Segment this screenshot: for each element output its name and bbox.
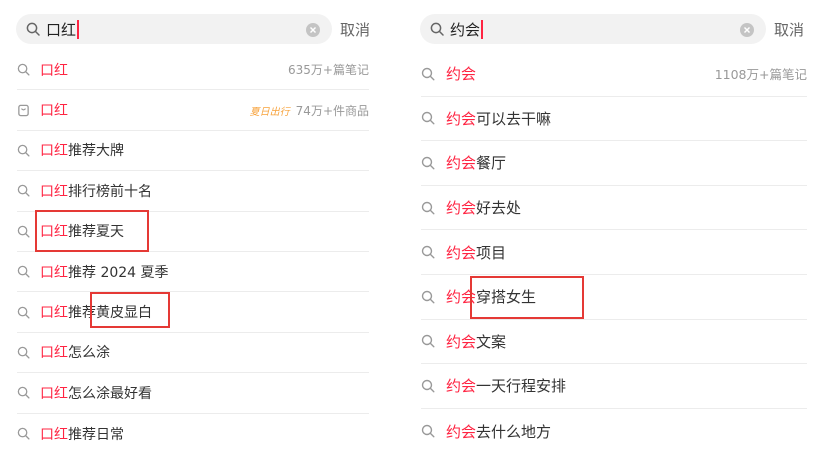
suggestion-text: 推荐大牌 (68, 143, 124, 160)
suggestion-highlight: 约会 (446, 422, 477, 441)
suggestion-highlight: 约会 (446, 199, 477, 218)
annotation-box-summer (35, 210, 149, 252)
suggestion-text: 餐厅 (476, 154, 507, 173)
suggestion-list: 约会 1108万+篇笔记 约会可以去干嘛 约会餐厅 约会好去处 约会项目 约会穿… (405, 52, 828, 453)
suggestion-highlight: 口红 (40, 62, 68, 79)
right-search-panel: 约会 取消 约会 1108万+篇笔记 约会可以去干嘛 约会餐厅 约会好去处 约会… (405, 0, 828, 465)
clear-icon[interactable] (740, 22, 754, 37)
suggestion-highlight: 约会 (446, 377, 477, 396)
suggestion-row[interactable]: 口红怎么涂最好看 (17, 373, 369, 414)
suggestion-row[interactable]: 约会项目 (421, 230, 807, 275)
search-icon (421, 201, 435, 215)
suggestion-text: 怎么涂最好看 (68, 385, 152, 402)
suggestion-row[interactable]: 约会好去处 (421, 186, 807, 231)
search-bar[interactable]: 口红 (16, 14, 332, 44)
suggestion-row-product[interactable]: 口红 夏日出行 74万+件商品 (17, 90, 369, 131)
promo-badge: 夏日出行 (249, 106, 290, 118)
search-icon (421, 379, 435, 393)
suggestion-highlight: 口红 (40, 103, 68, 120)
search-input[interactable]: 口红 (46, 19, 79, 40)
suggestion-text: 项目 (476, 243, 507, 262)
suggestion-highlight: 口红 (40, 345, 68, 362)
search-icon (17, 184, 30, 197)
search-icon (421, 290, 435, 304)
suggestion-text: 可以去干嘛 (476, 109, 552, 128)
search-icon (17, 265, 30, 278)
suggestion-row[interactable]: 口红排行榜前十名 (17, 171, 369, 212)
suggestion-highlight: 口红 (40, 385, 68, 402)
suggestion-text: 一天行程安排 (476, 377, 567, 396)
suggestion-row[interactable]: 口红推荐大牌 (17, 131, 369, 172)
search-icon (17, 427, 30, 440)
text-caret (481, 19, 483, 39)
suggestion-row[interactable]: 约会一天行程安排 (421, 364, 807, 409)
suggestion-row[interactable]: 约会去什么地方 (421, 409, 807, 454)
search-icon (17, 144, 30, 157)
suggestion-highlight: 约会 (446, 154, 477, 173)
suggestion-row[interactable]: 口红怎么涂 (17, 333, 369, 374)
search-icon (421, 424, 435, 438)
suggestion-highlight: 口红 (40, 183, 68, 200)
search-icon (17, 386, 30, 399)
search-input[interactable]: 约会 (450, 19, 483, 40)
suggestion-row[interactable]: 口红推荐 2024 夏季 (17, 252, 369, 293)
search-icon (421, 67, 435, 81)
suggestion-highlight: 口红 (40, 143, 68, 160)
search-icon (421, 156, 435, 170)
suggestion-highlight: 约会 (446, 109, 477, 128)
suggestion-row[interactable]: 口红推荐日常 (17, 414, 369, 454)
search-icon (430, 22, 444, 36)
suggestion-highlight: 约会 (446, 243, 477, 262)
product-bag-icon (17, 104, 30, 117)
suggestion-text: 去什么地方 (476, 422, 552, 441)
suggestion-text: 怎么涂 (68, 345, 110, 362)
suggestion-row[interactable]: 约会可以去干嘛 (421, 97, 807, 142)
note-count: 635万+篇笔记 (288, 63, 369, 78)
suggestion-highlight: 约会 (446, 332, 477, 351)
suggestion-text: 推荐 2024 夏季 (68, 264, 169, 281)
suggestion-row[interactable]: 约会文案 (421, 320, 807, 365)
suggestion-row[interactable]: 口红推荐黄皮显白 (17, 292, 369, 333)
search-icon (17, 225, 30, 238)
search-icon (421, 245, 435, 259)
search-bar[interactable]: 约会 (420, 14, 766, 44)
suggestion-row[interactable]: 约会 1108万+篇笔记 (421, 52, 807, 97)
suggestion-highlight: 口红 (40, 426, 68, 443)
note-count: 1108万+篇笔记 (714, 67, 807, 83)
suggestion-highlight: 约会 (446, 65, 477, 84)
suggestion-row[interactable]: 约会餐厅 (421, 141, 807, 186)
clear-icon[interactable] (306, 22, 320, 37)
search-icon (421, 111, 435, 125)
search-icon (17, 346, 30, 359)
cancel-button[interactable]: 取消 (340, 19, 370, 40)
search-icon (17, 306, 30, 319)
suggestion-text: 好去处 (476, 199, 522, 218)
suggestion-row[interactable]: 口红 635万+篇笔记 (17, 50, 369, 91)
search-icon (26, 22, 40, 36)
product-count: 74万+件商品 (295, 103, 369, 118)
search-query-text: 口红 (46, 20, 77, 39)
suggestion-text: 推荐日常 (68, 426, 124, 443)
suggestion-text: 文案 (476, 332, 507, 351)
search-icon (421, 334, 435, 348)
annotation-box-yellow-skin (90, 292, 170, 328)
suggestion-highlight: 口红 (40, 305, 68, 322)
suggestion-text: 排行榜前十名 (68, 183, 152, 200)
suggestion-highlight: 口红 (40, 264, 68, 281)
search-icon (17, 63, 30, 76)
text-caret (77, 19, 79, 39)
annotation-box-outfit (470, 276, 584, 319)
search-query-text: 约会 (450, 20, 481, 39)
cancel-button[interactable]: 取消 (774, 19, 804, 40)
